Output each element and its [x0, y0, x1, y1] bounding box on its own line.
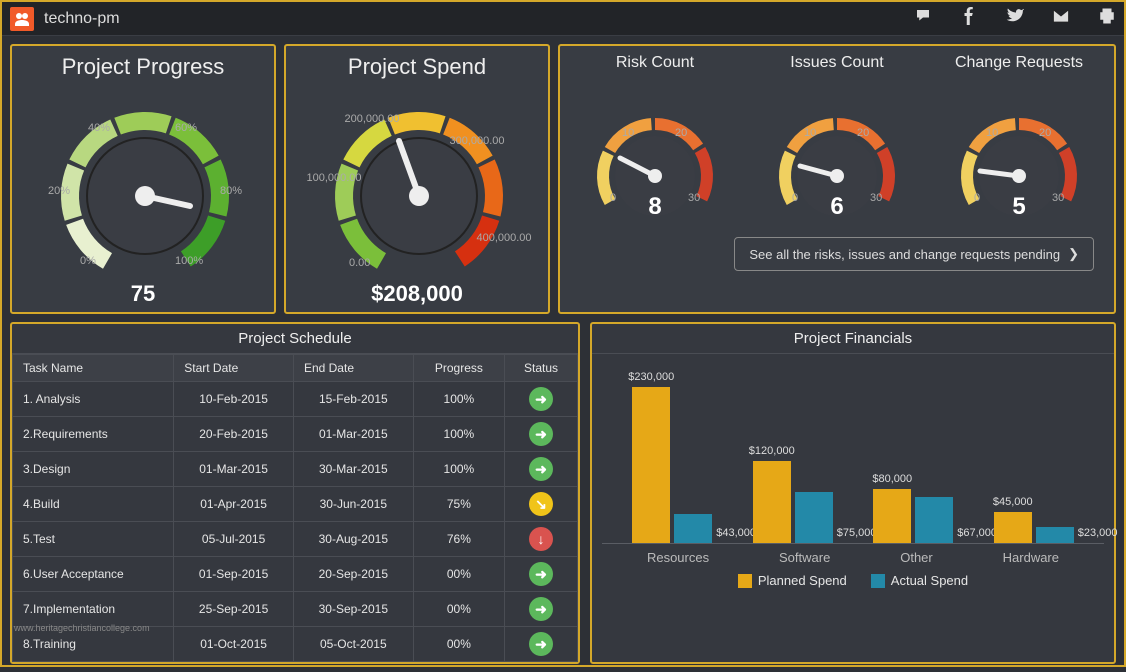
col-status: Status [505, 355, 578, 382]
svg-text:30: 30 [1052, 192, 1064, 204]
col-task: Task Name [13, 355, 174, 382]
col-start: Start Date [174, 355, 294, 382]
gauge-title: Risk Count [575, 54, 735, 92]
legend-actual: Actual Spend [871, 573, 968, 588]
bar-planned: $45,000 [994, 512, 1032, 543]
bar-group: $45,000$23,000 [984, 512, 1084, 543]
table-row: 7.Implementation25-Sep-201530-Sep-201500… [13, 592, 578, 627]
pending-link-button[interactable]: See all the risks, issues and change req… [734, 237, 1094, 271]
logo-icon [10, 7, 34, 31]
gauge-title: Project Progress [20, 54, 266, 80]
chat-icon[interactable] [914, 7, 932, 30]
gauge-value: 8 [648, 193, 661, 220]
bar-group: $230,000$43,000 [622, 387, 722, 543]
svg-text:0: 0 [792, 192, 798, 204]
legend-planned: Planned Spend [738, 573, 847, 588]
svg-text:80%: 80% [220, 185, 242, 197]
gauge-title: Project Spend [294, 54, 540, 80]
svg-text:10: 10 [986, 127, 998, 139]
x-axis-label: Software [779, 550, 830, 565]
gauge-value: 6 [830, 193, 843, 220]
schedule-table: Task Name Start Date End Date Progress S… [12, 354, 578, 662]
bar-group: $80,000$67,000 [863, 489, 963, 543]
svg-text:20%: 20% [48, 185, 70, 197]
svg-text:300,000.00: 300,000.00 [449, 135, 504, 147]
gauge-title: Change Requests [939, 54, 1099, 92]
gauge-value: 5 [1012, 193, 1025, 220]
panel-title: Project Schedule [12, 324, 578, 354]
chevron-right-icon: ❯ [1068, 246, 1079, 262]
bar-actual: $23,000 [1036, 527, 1074, 543]
table-row: 1. Analysis10-Feb-201515-Feb-2015100%➜ [13, 382, 578, 417]
print-icon[interactable] [1098, 7, 1116, 30]
pending-link-label: See all the risks, issues and change req… [749, 247, 1060, 262]
svg-text:100,000.00: 100,000.00 [306, 172, 361, 184]
col-end: End Date [293, 355, 413, 382]
svg-text:60%: 60% [175, 122, 197, 134]
status-icon: ➜ [529, 597, 553, 621]
facebook-icon[interactable] [960, 7, 978, 30]
table-row: 2.Requirements20-Feb-201501-Mar-2015100%… [13, 417, 578, 452]
svg-text:0: 0 [974, 192, 980, 204]
watermark: www.heritagechristiancollege.com [14, 623, 150, 633]
twitter-icon[interactable] [1006, 7, 1024, 30]
project-financials-panel: Project Financials $230,000$43,000 $120,0… [590, 322, 1116, 664]
gauge-project-spend: Project Spend 200,000.00 300,000.00 100,0… [284, 44, 550, 314]
status-icon: ↓ [529, 527, 553, 551]
financials-chart: $230,000$43,000 $120,000$75,000 $80,000$67… [592, 354, 1114, 614]
gauge-value: $208,000 [294, 281, 540, 307]
x-axis-label: Resources [647, 550, 709, 565]
svg-text:100%: 100% [175, 255, 203, 267]
bar-planned: $230,000 [632, 387, 670, 543]
bar-planned: $120,000 [753, 461, 791, 543]
email-icon[interactable] [1052, 7, 1070, 30]
col-progress: Progress [413, 355, 504, 382]
bar-actual: $67,000 [915, 497, 953, 543]
svg-text:20: 20 [857, 127, 869, 139]
svg-text:0%: 0% [80, 255, 96, 267]
gauge-risk-count: Risk Count 10 20 0 30 8 [575, 54, 735, 221]
svg-text:30: 30 [688, 192, 700, 204]
gauge-title: Issues Count [757, 54, 917, 92]
x-axis-label: Hardware [1003, 550, 1059, 565]
top-bar: techno-pm [2, 2, 1124, 36]
brand-label: techno-pm [44, 10, 120, 28]
svg-text:10: 10 [622, 127, 634, 139]
svg-text:0.00: 0.00 [349, 257, 370, 269]
table-row: 6.User Acceptance01-Sep-201520-Sep-20150… [13, 557, 578, 592]
svg-text:0: 0 [610, 192, 616, 204]
status-icon: ➜ [529, 562, 553, 586]
svg-text:30: 30 [870, 192, 882, 204]
status-icon: ↘ [529, 492, 553, 516]
bar-planned: $80,000 [873, 489, 911, 543]
gauge-issues-count: Issues Count 10 20 0 30 6 [757, 54, 917, 221]
svg-text:40%: 40% [88, 122, 110, 134]
project-schedule-panel: Project Schedule Task Name Start Date En… [10, 322, 580, 664]
svg-text:10: 10 [804, 127, 816, 139]
gauges-small-panel: Risk Count 10 20 0 30 8 Issues Count 10 20 … [558, 44, 1116, 314]
gauge-project-progress: Project Progress 40% 60% 20% 80% 0% 100% 75 [10, 44, 276, 314]
table-row: 3.Design01-Mar-201530-Mar-2015100%➜ [13, 452, 578, 487]
gauge-value: 75 [20, 281, 266, 307]
bar-group: $120,000$75,000 [743, 461, 843, 543]
table-row: 4.Build01-Apr-201530-Jun-201575%↘ [13, 487, 578, 522]
gauge-change-requests: Change Requests 10 20 0 30 5 [939, 54, 1099, 221]
status-icon: ➜ [529, 457, 553, 481]
panel-title: Project Financials [592, 324, 1114, 354]
bar-actual: $75,000 [795, 492, 833, 543]
svg-text:20: 20 [675, 127, 687, 139]
svg-text:20: 20 [1039, 127, 1051, 139]
svg-text:200,000.00: 200,000.00 [344, 113, 399, 125]
table-row: 5.Test05-Jul-201530-Aug-201576%↓ [13, 522, 578, 557]
status-icon: ➜ [529, 422, 553, 446]
status-icon: ➜ [529, 632, 553, 656]
svg-text:400,000.00: 400,000.00 [476, 232, 531, 244]
status-icon: ➜ [529, 387, 553, 411]
x-axis-label: Other [900, 550, 933, 565]
bar-actual: $43,000 [674, 514, 712, 543]
